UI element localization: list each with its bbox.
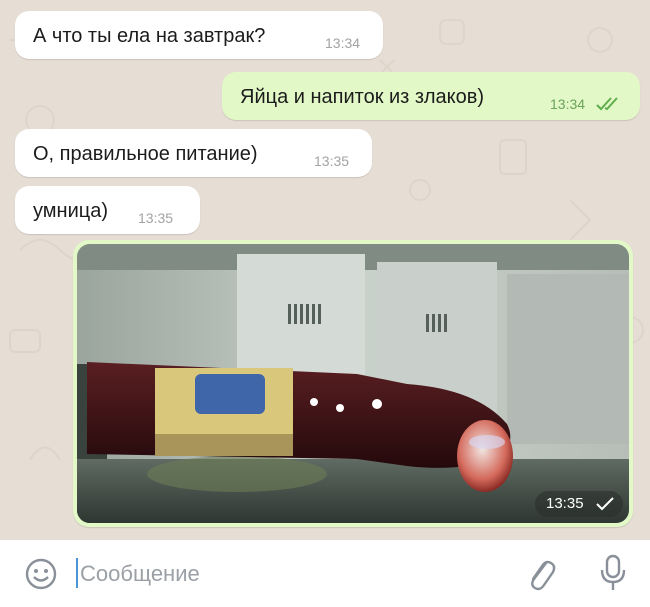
- message-time: 13:35: [138, 210, 174, 226]
- photo-fridge-bottle-egg[interactable]: [77, 244, 629, 523]
- double-check-icon: [596, 97, 618, 111]
- message-time: 13:35: [314, 153, 350, 169]
- message-bubble-incoming[interactable]: умница) 13:35: [15, 186, 200, 234]
- message-text: О, правильное питание): [33, 143, 258, 165]
- message-text: Яйца и напиток из злаков): [240, 86, 485, 108]
- text-cursor: [76, 558, 78, 588]
- photo-time: 13:35: [546, 495, 584, 512]
- single-check-icon: [596, 497, 614, 511]
- message-text: А что ты ела на завтрак?: [33, 25, 266, 47]
- chat-area[interactable]: А что ты ела на завтрак? 13:34 Яйца и на…: [0, 0, 650, 540]
- photo-time-badge: 13:35: [535, 491, 623, 517]
- message-input[interactable]: Сообщение: [80, 561, 200, 587]
- message-bubble-incoming[interactable]: А что ты ела на завтрак? 13:34: [15, 11, 383, 59]
- message-time: 13:34: [550, 96, 586, 112]
- message-time: 13:34: [325, 35, 361, 51]
- message-text: умница): [33, 200, 108, 222]
- photo-message-bubble[interactable]: 13:35: [73, 240, 633, 527]
- message-bubble-incoming[interactable]: О, правильное питание) 13:35: [15, 129, 372, 177]
- smile-icon[interactable]: [24, 557, 58, 591]
- microphone-icon[interactable]: [598, 553, 628, 593]
- message-bubble-outgoing[interactable]: Яйца и напиток из злаков) 13:34: [222, 72, 640, 120]
- paperclip-icon[interactable]: [524, 555, 558, 595]
